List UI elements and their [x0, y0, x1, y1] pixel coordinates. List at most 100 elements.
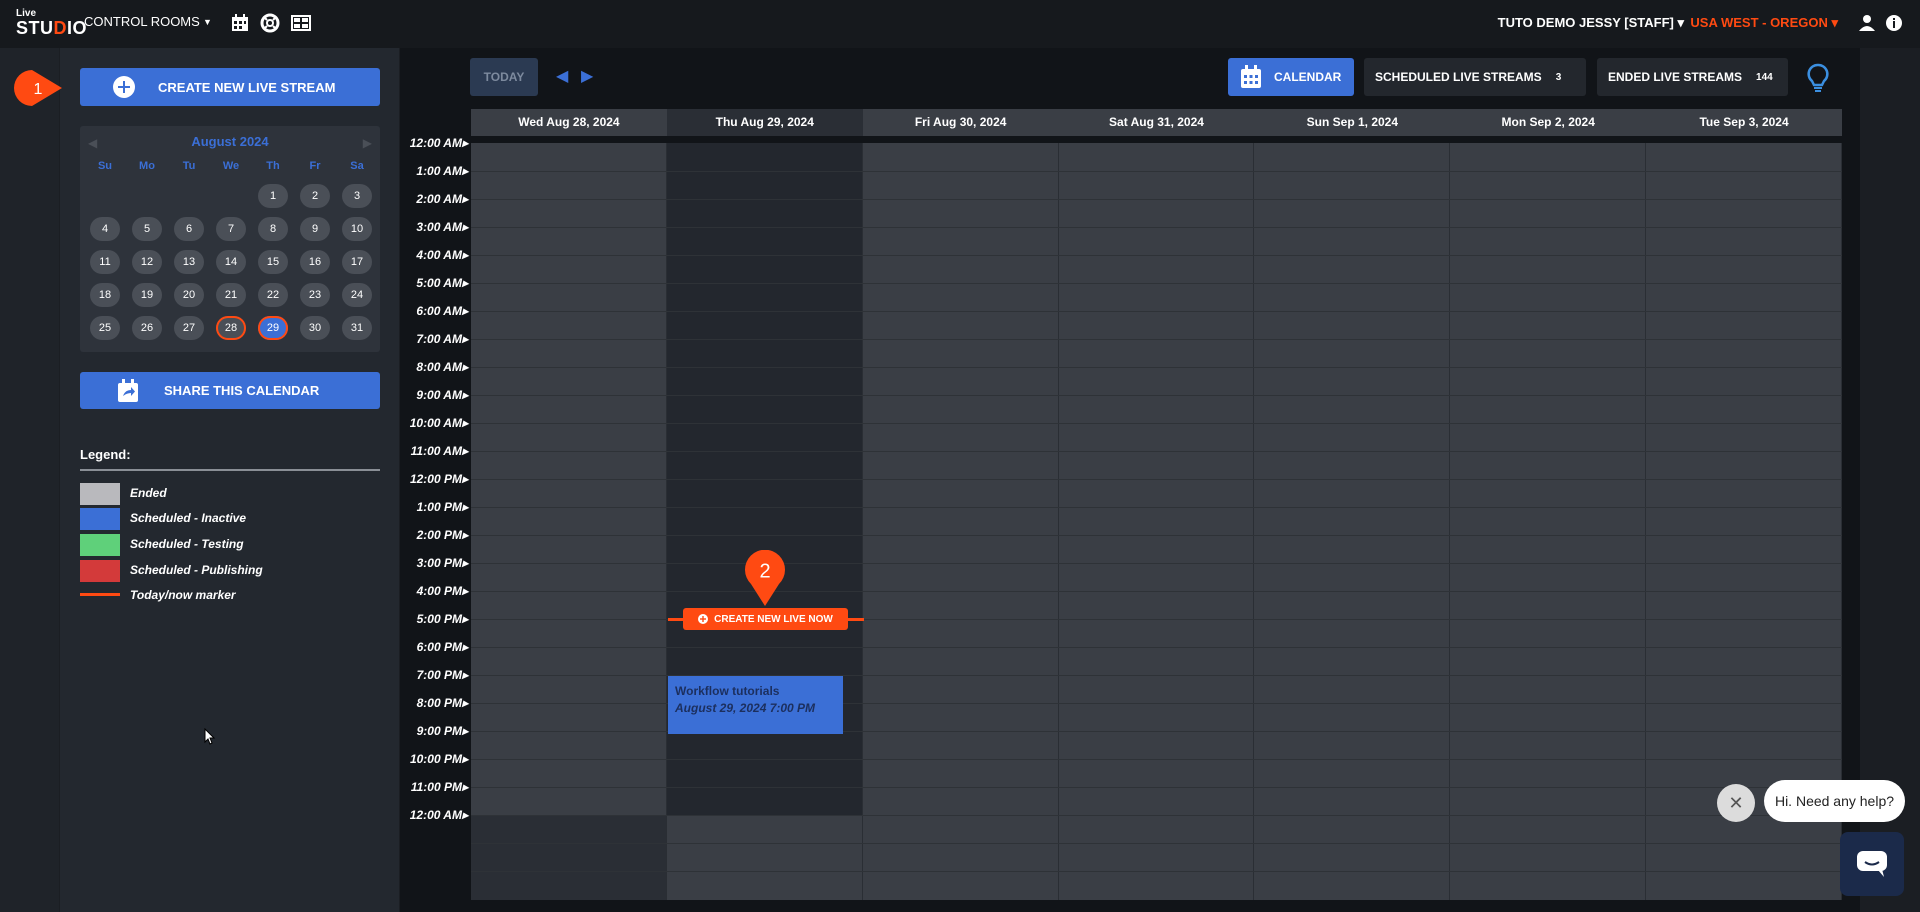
- mini-calendar-day[interactable]: 31: [342, 316, 372, 340]
- weekday-label: Sa: [350, 160, 364, 172]
- time-pointer-icon: ▸: [461, 388, 468, 402]
- chat-close-button[interactable]: ✕: [1717, 784, 1755, 822]
- chevron-down-icon[interactable]: ▼: [203, 17, 212, 27]
- chat-greeting[interactable]: Hi. Need any help?: [1764, 780, 1905, 822]
- hour-gridline: [471, 255, 1842, 256]
- day-header[interactable]: Thu Aug 29, 2024: [666, 109, 863, 136]
- share-calendar-label: SHARE THIS CALENDAR: [164, 383, 320, 398]
- svg-text:2: 2: [759, 560, 770, 582]
- next-week-icon[interactable]: ▶: [581, 66, 593, 86]
- time-label-text: 2:00 PM: [416, 528, 462, 542]
- day-header[interactable]: Wed Aug 28, 2024: [471, 109, 667, 136]
- step-marker-1: 1: [14, 70, 62, 106]
- mini-calendar-day[interactable]: 27: [174, 316, 204, 340]
- time-label-text: 11:00 AM: [410, 444, 462, 458]
- today-button[interactable]: TODAY: [470, 58, 538, 96]
- mini-calendar-day[interactable]: 1: [258, 184, 288, 208]
- share-calendar-button[interactable]: SHARE THIS CALENDAR: [80, 372, 380, 409]
- info-icon[interactable]: [1884, 13, 1904, 33]
- user-icon[interactable]: [1857, 13, 1877, 33]
- time-pointer-icon: ▸: [461, 164, 468, 178]
- mini-calendar-day[interactable]: 25: [90, 316, 120, 340]
- next-month-icon[interactable]: ▶: [363, 136, 372, 150]
- day-header[interactable]: Tue Sep 3, 2024: [1646, 109, 1842, 136]
- region-menu[interactable]: USA WEST - OREGON ▾: [1690, 15, 1838, 31]
- hour-gridline: [471, 171, 1842, 172]
- day-header[interactable]: Sat Aug 31, 2024: [1059, 109, 1255, 136]
- mini-calendar-day[interactable]: 20: [174, 283, 204, 307]
- weekday-label: Mo: [139, 160, 155, 172]
- user-menu[interactable]: TUTO DEMO JESSY [STAFF] ▾: [1498, 15, 1684, 31]
- mini-calendar-day[interactable]: 24: [342, 283, 372, 307]
- legend-label: Scheduled - Testing: [130, 537, 244, 551]
- mini-calendar-day[interactable]: 5: [132, 217, 162, 241]
- mini-calendar-day[interactable]: 9: [300, 217, 330, 241]
- mini-calendar-day[interactable]: 12: [132, 250, 162, 274]
- mini-calendar-day[interactable]: 14: [216, 250, 246, 274]
- legend-swatch: [80, 560, 120, 582]
- hour-gridline: [471, 283, 1842, 284]
- day-header[interactable]: Sun Sep 1, 2024: [1254, 109, 1450, 136]
- hour-gridline: [471, 787, 1842, 788]
- mini-calendar-day[interactable]: 21: [216, 283, 246, 307]
- hour-gridline: [471, 815, 1842, 816]
- layout-icon[interactable]: [290, 12, 312, 34]
- mini-calendar-day[interactable]: 23: [300, 283, 330, 307]
- mini-calendar-day[interactable]: 2: [300, 184, 330, 208]
- mini-calendar-day[interactable]: 11: [90, 250, 120, 274]
- calendar-event[interactable]: Workflow tutorials August 29, 2024 7:00 …: [668, 676, 843, 734]
- calendar-icon[interactable]: [229, 12, 251, 34]
- legend-label: Today/now marker: [130, 588, 236, 602]
- mini-calendar-day[interactable]: 26: [132, 316, 162, 340]
- mini-calendar-day[interactable]: 19: [132, 283, 162, 307]
- time-pointer-icon: ▸: [461, 752, 468, 766]
- plus-circle-icon: [698, 614, 709, 624]
- mini-calendar-day[interactable]: 10: [342, 217, 372, 241]
- mini-calendar-day[interactable]: 4: [90, 217, 120, 241]
- mini-calendar-day[interactable]: 29: [258, 316, 288, 340]
- time-label-text: 11:00 PM: [410, 780, 462, 794]
- time-pointer-icon: ▸: [461, 556, 468, 570]
- ended-live-streams-button[interactable]: ENDED LIVE STREAMS 144: [1597, 58, 1788, 96]
- ended-label: ENDED LIVE STREAMS: [1608, 70, 1743, 84]
- day-header[interactable]: Mon Sep 2, 2024: [1450, 109, 1646, 136]
- mini-calendar-day[interactable]: 22: [258, 283, 288, 307]
- mini-calendar-day[interactable]: 8: [258, 217, 288, 241]
- legend-swatch: [80, 534, 120, 556]
- day-header[interactable]: Fri Aug 30, 2024: [863, 109, 1059, 136]
- create-live-stream-button[interactable]: CREATE NEW LIVE STREAM: [80, 68, 380, 106]
- scheduled-live-streams-button[interactable]: SCHEDULED LIVE STREAMS 3: [1364, 58, 1586, 96]
- time-label-text: 6:00 PM: [416, 640, 462, 654]
- liveu-studio-logo[interactable]: Live STUDIO: [16, 8, 87, 38]
- calendar-icon: [1241, 65, 1261, 88]
- time-label: 8:00 PM▸: [406, 696, 468, 710]
- create-live-now-button[interactable]: CREATE NEW LIVE NOW: [683, 608, 848, 630]
- time-label: 1:00 AM▸: [406, 164, 468, 178]
- control-rooms-menu[interactable]: CONTROL ROOMS: [84, 14, 200, 29]
- weekday-label: Fr: [309, 160, 321, 172]
- mini-calendar-day[interactable]: 15: [258, 250, 288, 274]
- chat-launcher-button[interactable]: [1840, 832, 1904, 896]
- calendar-view-button[interactable]: CALENDAR: [1228, 58, 1354, 96]
- scheduled-label: SCHEDULED LIVE STREAMS: [1375, 70, 1542, 84]
- mini-calendar-day[interactable]: 7: [216, 217, 246, 241]
- time-label: 10:00 AM▸: [406, 416, 468, 430]
- mini-calendar-day[interactable]: 18: [90, 283, 120, 307]
- time-label: 9:00 AM▸: [406, 388, 468, 402]
- mini-calendar-day[interactable]: 30: [300, 316, 330, 340]
- hour-gridline: [471, 759, 1842, 760]
- mini-calendar-day[interactable]: 3: [342, 184, 372, 208]
- left-rail: [0, 48, 59, 912]
- lifebuoy-icon[interactable]: [259, 12, 281, 34]
- hour-gridline: [471, 339, 1842, 340]
- mini-calendar-day[interactable]: 17: [342, 250, 372, 274]
- mini-calendar-day[interactable]: 13: [174, 250, 204, 274]
- mini-calendar-day[interactable]: 28: [216, 316, 246, 340]
- mini-calendar-day[interactable]: 6: [174, 217, 204, 241]
- time-label-text: 5:00 PM: [416, 612, 462, 626]
- prev-week-icon[interactable]: ◀: [556, 66, 568, 86]
- lightbulb-icon[interactable]: [1806, 63, 1830, 93]
- legend-swatch: [80, 483, 120, 505]
- mini-calendar-day[interactable]: 16: [300, 250, 330, 274]
- svg-text:1: 1: [34, 81, 43, 98]
